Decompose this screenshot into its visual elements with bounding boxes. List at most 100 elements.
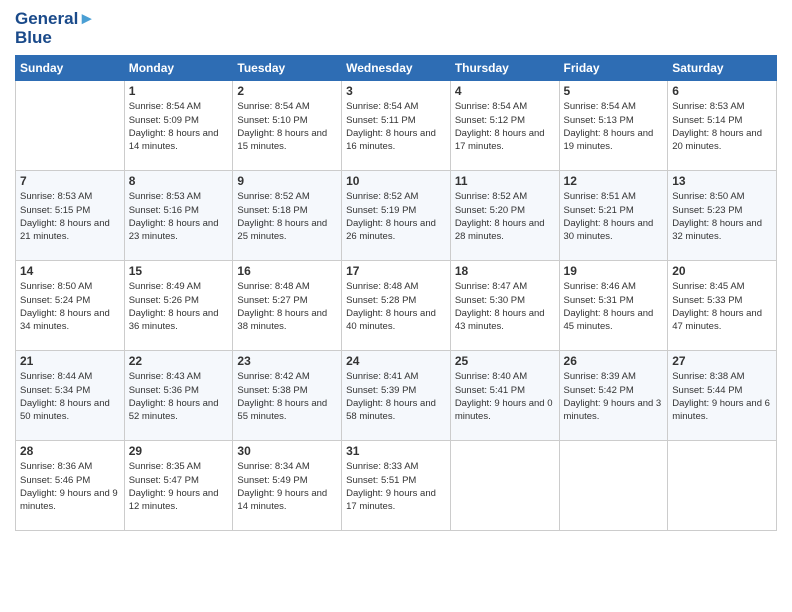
calendar-cell: 15 Sunrise: 8:49 AMSunset: 5:26 PMDayligh… [124, 261, 233, 351]
day-number: 8 [129, 174, 229, 188]
calendar-cell: 26 Sunrise: 8:39 AMSunset: 5:42 PMDayligh… [559, 351, 668, 441]
calendar-cell: 8 Sunrise: 8:53 AMSunset: 5:16 PMDaylight… [124, 171, 233, 261]
day-info: Sunrise: 8:54 AMSunset: 5:13 PMDaylight:… [564, 100, 664, 153]
calendar-cell [450, 441, 559, 531]
calendar-cell: 2Sunrise: 8:54 AMSunset: 5:10 PMDaylight… [233, 81, 342, 171]
day-number: 15 [129, 264, 229, 278]
day-number: 28 [20, 444, 120, 458]
calendar-cell: 14 Sunrise: 8:50 AMSunset: 5:24 PMDayligh… [16, 261, 125, 351]
day-number: 29 [129, 444, 229, 458]
week-row-3: 21 Sunrise: 8:44 AMSunset: 5:34 PMDayligh… [16, 351, 777, 441]
day-info: Sunrise: 8:54 AMSunset: 5:12 PMDaylight:… [455, 100, 555, 153]
day-info: Sunrise: 8:35 AMSunset: 5:47 PMDaylight:… [129, 460, 229, 513]
day-info: Sunrise: 8:39 AMSunset: 5:42 PMDaylight:… [564, 370, 664, 423]
calendar-cell: 19 Sunrise: 8:46 AMSunset: 5:31 PMDayligh… [559, 261, 668, 351]
calendar-cell: 30 Sunrise: 8:34 AMSunset: 5:49 PMDayligh… [233, 441, 342, 531]
header-tuesday: Tuesday [233, 56, 342, 81]
day-number: 2 [237, 84, 337, 98]
day-number: 23 [237, 354, 337, 368]
logo-text: General► Blue [15, 10, 95, 47]
calendar-cell: 18 Sunrise: 8:47 AMSunset: 5:30 PMDayligh… [450, 261, 559, 351]
day-info: Sunrise: 8:48 AMSunset: 5:28 PMDaylight:… [346, 280, 446, 333]
calendar-cell: 24Sunrise: 8:41 AMSunset: 5:39 PMDayligh… [342, 351, 451, 441]
calendar-cell: 12 Sunrise: 8:51 AMSunset: 5:21 PMDayligh… [559, 171, 668, 261]
day-info: Sunrise: 8:40 AMSunset: 5:41 PMDaylight:… [455, 370, 555, 423]
header-monday: Monday [124, 56, 233, 81]
calendar-cell: 20 Sunrise: 8:45 AMSunset: 5:33 PMDayligh… [668, 261, 777, 351]
day-number: 21 [20, 354, 120, 368]
calendar-cell: 7 Sunrise: 8:53 AMSunset: 5:15 PMDaylight… [16, 171, 125, 261]
calendar-cell: 9Sunrise: 8:52 AMSunset: 5:18 PMDaylight… [233, 171, 342, 261]
calendar-cell: 16Sunrise: 8:48 AMSunset: 5:27 PMDayligh… [233, 261, 342, 351]
calendar-cell [668, 441, 777, 531]
day-number: 30 [237, 444, 337, 458]
logo: General► Blue [15, 10, 95, 47]
day-info: Sunrise: 8:54 AMSunset: 5:11 PMDaylight:… [346, 100, 446, 153]
day-number: 17 [346, 264, 446, 278]
day-info: Sunrise: 8:52 AMSunset: 5:20 PMDaylight:… [455, 190, 555, 243]
day-number: 5 [564, 84, 664, 98]
day-number: 7 [20, 174, 120, 188]
day-number: 14 [20, 264, 120, 278]
day-info: Sunrise: 8:48 AMSunset: 5:27 PMDaylight:… [237, 280, 337, 333]
header-sunday: Sunday [16, 56, 125, 81]
header-wednesday: Wednesday [342, 56, 451, 81]
day-info: Sunrise: 8:42 AMSunset: 5:38 PMDaylight:… [237, 370, 337, 423]
day-number: 18 [455, 264, 555, 278]
calendar-cell: 4Sunrise: 8:54 AMSunset: 5:12 PMDaylight… [450, 81, 559, 171]
day-number: 19 [564, 264, 664, 278]
day-info: Sunrise: 8:52 AMSunset: 5:19 PMDaylight:… [346, 190, 446, 243]
day-info: Sunrise: 8:49 AMSunset: 5:26 PMDaylight:… [129, 280, 229, 333]
day-number: 24 [346, 354, 446, 368]
calendar-cell: 31Sunrise: 8:33 AMSunset: 5:51 PMDayligh… [342, 441, 451, 531]
day-info: Sunrise: 8:53 AMSunset: 5:14 PMDaylight:… [672, 100, 772, 153]
calendar-cell: 21 Sunrise: 8:44 AMSunset: 5:34 PMDayligh… [16, 351, 125, 441]
day-number: 22 [129, 354, 229, 368]
calendar-cell [16, 81, 125, 171]
day-info: Sunrise: 8:47 AMSunset: 5:30 PMDaylight:… [455, 280, 555, 333]
day-number: 10 [346, 174, 446, 188]
calendar-cell: 22 Sunrise: 8:43 AMSunset: 5:36 PMDayligh… [124, 351, 233, 441]
day-info: Sunrise: 8:45 AMSunset: 5:33 PMDaylight:… [672, 280, 772, 333]
calendar-cell: 25 Sunrise: 8:40 AMSunset: 5:41 PMDayligh… [450, 351, 559, 441]
day-info: Sunrise: 8:52 AMSunset: 5:18 PMDaylight:… [237, 190, 337, 243]
day-info: Sunrise: 8:53 AMSunset: 5:15 PMDaylight:… [20, 190, 120, 243]
week-row-1: 7 Sunrise: 8:53 AMSunset: 5:15 PMDaylight… [16, 171, 777, 261]
day-info: Sunrise: 8:51 AMSunset: 5:21 PMDaylight:… [564, 190, 664, 243]
header-row: SundayMondayTuesdayWednesdayThursdayFrid… [16, 56, 777, 81]
day-number: 26 [564, 354, 664, 368]
calendar-cell: 11Sunrise: 8:52 AMSunset: 5:20 PMDayligh… [450, 171, 559, 261]
day-info: Sunrise: 8:54 AMSunset: 5:09 PMDaylight:… [129, 100, 229, 153]
day-info: Sunrise: 8:46 AMSunset: 5:31 PMDaylight:… [564, 280, 664, 333]
day-number: 25 [455, 354, 555, 368]
calendar-cell: 17 Sunrise: 8:48 AMSunset: 5:28 PMDayligh… [342, 261, 451, 351]
day-number: 1 [129, 84, 229, 98]
day-info: Sunrise: 8:36 AMSunset: 5:46 PMDaylight:… [20, 460, 120, 513]
day-info: Sunrise: 8:43 AMSunset: 5:36 PMDaylight:… [129, 370, 229, 423]
calendar-cell: 29 Sunrise: 8:35 AMSunset: 5:47 PMDayligh… [124, 441, 233, 531]
day-info: Sunrise: 8:38 AMSunset: 5:44 PMDaylight:… [672, 370, 772, 423]
day-number: 3 [346, 84, 446, 98]
day-info: Sunrise: 8:33 AMSunset: 5:51 PMDaylight:… [346, 460, 446, 513]
header: General► Blue [15, 10, 777, 47]
calendar-cell [559, 441, 668, 531]
day-info: Sunrise: 8:50 AMSunset: 5:24 PMDaylight:… [20, 280, 120, 333]
day-info: Sunrise: 8:34 AMSunset: 5:49 PMDaylight:… [237, 460, 337, 513]
calendar-cell: 10 Sunrise: 8:52 AMSunset: 5:19 PMDayligh… [342, 171, 451, 261]
day-info: Sunrise: 8:44 AMSunset: 5:34 PMDaylight:… [20, 370, 120, 423]
calendar-cell: 6Sunrise: 8:53 AMSunset: 5:14 PMDaylight… [668, 81, 777, 171]
calendar-cell: 28 Sunrise: 8:36 AMSunset: 5:46 PMDayligh… [16, 441, 125, 531]
day-number: 13 [672, 174, 772, 188]
week-row-2: 14 Sunrise: 8:50 AMSunset: 5:24 PMDayligh… [16, 261, 777, 351]
header-friday: Friday [559, 56, 668, 81]
calendar-table: SundayMondayTuesdayWednesdayThursdayFrid… [15, 55, 777, 531]
calendar-cell: 13Sunrise: 8:50 AMSunset: 5:23 PMDayligh… [668, 171, 777, 261]
week-row-4: 28 Sunrise: 8:36 AMSunset: 5:46 PMDayligh… [16, 441, 777, 531]
day-number: 20 [672, 264, 772, 278]
day-info: Sunrise: 8:53 AMSunset: 5:16 PMDaylight:… [129, 190, 229, 243]
calendar-cell: 1 Sunrise: 8:54 AMSunset: 5:09 PMDaylight… [124, 81, 233, 171]
day-number: 27 [672, 354, 772, 368]
page: General► Blue SundayMondayTuesdayWednesd… [0, 0, 792, 612]
header-thursday: Thursday [450, 56, 559, 81]
day-number: 12 [564, 174, 664, 188]
